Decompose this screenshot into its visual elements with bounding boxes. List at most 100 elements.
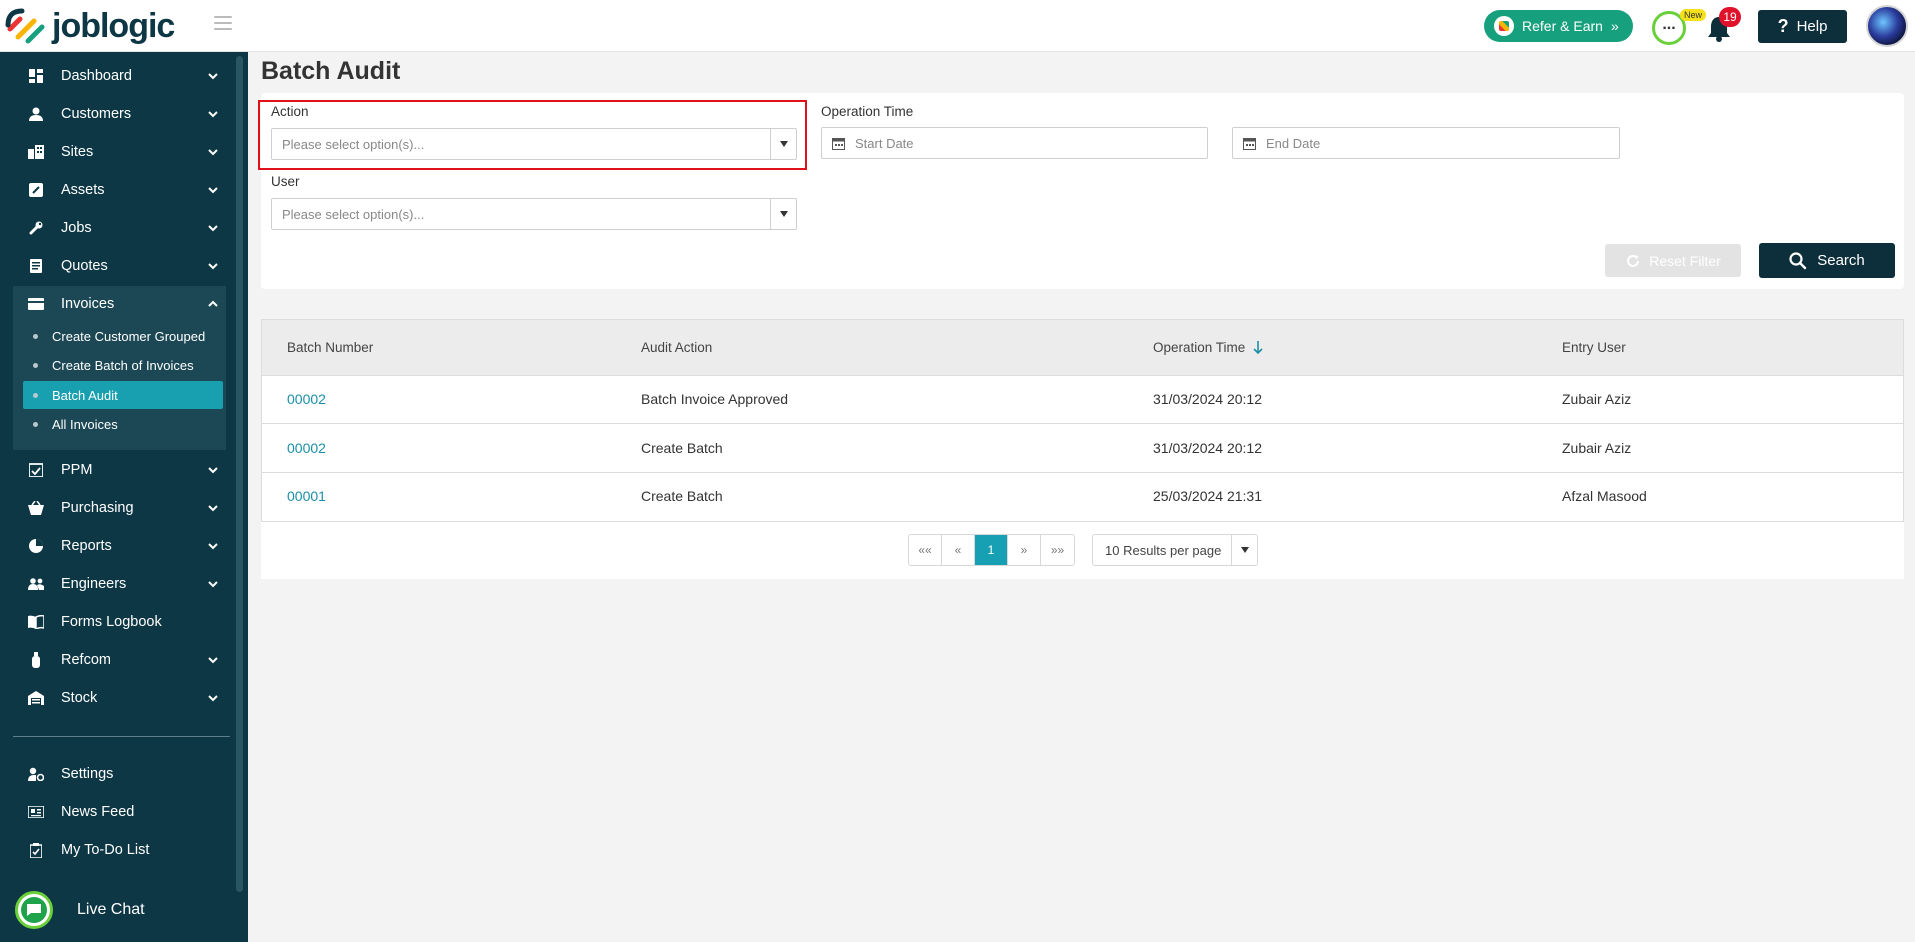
sidebar-item-label: Quotes <box>61 258 108 274</box>
last-page-button[interactable]: »» <box>1041 535 1074 565</box>
operation-time-cell: 31/03/2024 20:12 <box>1153 440 1262 456</box>
next-page-button[interactable]: » <box>1008 535 1041 565</box>
help-button[interactable]: ? Help <box>1758 10 1847 43</box>
column-header-audit-action[interactable]: Audit Action <box>641 340 712 355</box>
batch-number-link[interactable]: 00001 <box>287 488 326 504</box>
search-button[interactable]: Search <box>1759 243 1895 278</box>
chevron-down-icon <box>208 581 218 588</box>
sidebar-item-news-feed[interactable]: News Feed <box>13 796 226 828</box>
chevron-down-icon <box>208 73 218 80</box>
dropdown-arrow-icon[interactable] <box>770 199 796 229</box>
prev-page-button[interactable]: « <box>942 535 975 565</box>
table-header: Batch Number Audit Action Operation Time… <box>262 320 1903 376</box>
column-header-label: Entry User <box>1562 340 1626 355</box>
start-date-input[interactable]: Start Date <box>821 127 1208 159</box>
sidebar-item-quotes[interactable]: Quotes <box>13 250 226 282</box>
column-header-label: Batch Number <box>287 340 374 355</box>
sort-descending-icon[interactable] <box>1253 340 1263 355</box>
start-date-placeholder: Start Date <box>855 135 914 151</box>
top-bar: joblogic Refer & Earn » ... New 19 ? Hel… <box>0 0 1915 52</box>
sidebar-item-stock[interactable]: Stock <box>13 682 226 714</box>
calendar-check-icon <box>25 461 47 479</box>
table-row: 00002 Create Batch 31/03/2024 20:12 Zuba… <box>262 425 1903 473</box>
sidebar-subitem-batch-audit[interactable]: Batch Audit <box>23 381 223 409</box>
joblogic-logo[interactable]: joblogic <box>4 6 175 46</box>
search-label: Search <box>1817 252 1865 269</box>
sidebar-item-settings[interactable]: Settings <box>13 758 226 790</box>
sidebar-item-label: Invoices <box>61 296 115 312</box>
warehouse-icon <box>25 689 47 707</box>
asset-tag-icon <box>25 181 47 199</box>
batch-number-link[interactable]: 00002 <box>287 440 326 456</box>
user-avatar[interactable] <box>1866 5 1908 47</box>
chevron-down-icon <box>208 543 218 550</box>
sidebar-scrollbar[interactable] <box>236 56 243 892</box>
sidebar-subitem-label: Batch Audit <box>52 387 118 403</box>
page-title: Batch Audit <box>261 57 401 85</box>
sidebar-subitem-create-batch-of-invoices[interactable]: Create Batch of Invoices <box>23 351 223 379</box>
entry-user-cell: Zubair Aziz <box>1562 440 1632 456</box>
new-badge: New <box>1680 9 1707 21</box>
refer-earn-button[interactable]: Refer & Earn » <box>1484 10 1633 42</box>
sidebar-item-refcom[interactable]: Refcom <box>13 644 226 676</box>
column-header-label: Audit Action <box>641 340 713 355</box>
results-per-page-value: 10 Results per page <box>1105 542 1222 558</box>
gas-cylinder-icon <box>25 651 47 669</box>
sidebar-item-label: News Feed <box>61 804 135 820</box>
calendar-icon <box>1243 137 1256 150</box>
sidebar-item-invoices[interactable]: Invoices <box>13 286 226 322</box>
sidebar-item-my-todo-list[interactable]: My To-Do List <box>13 834 226 866</box>
user-placeholder: Please select option(s)... <box>282 206 425 222</box>
logo-text: joblogic <box>52 6 175 45</box>
sidebar-item-customers[interactable]: Customers <box>13 98 226 130</box>
column-header-batch-number[interactable]: Batch Number <box>287 340 373 355</box>
live-chat-icon <box>15 891 53 929</box>
sidebar-item-forms-logbook[interactable]: Forms Logbook <box>13 606 226 638</box>
sidebar-divider <box>13 736 230 737</box>
logo-mark-icon <box>5 8 45 44</box>
results-per-page-select[interactable]: 10 Results per page <box>1092 534 1258 566</box>
chevron-down-icon <box>208 505 218 512</box>
user-select[interactable]: Please select option(s)... <box>271 198 797 230</box>
chevron-down-icon <box>208 225 218 232</box>
chevron-down-icon <box>208 111 218 118</box>
pagination: «« « 1 » »» <box>908 534 1075 566</box>
sidebar-item-engineers[interactable]: Engineers <box>13 568 226 600</box>
sidebar-item-purchasing[interactable]: Purchasing <box>13 492 226 524</box>
sidebar-item-sites[interactable]: Sites <box>13 136 226 168</box>
sidebar-item-label: Assets <box>61 182 105 198</box>
column-header-entry-user[interactable]: Entry User <box>1562 340 1626 355</box>
sidebar-item-label: Customers <box>61 106 132 122</box>
live-chat-button[interactable]: Live Chat <box>15 891 145 929</box>
sidebar-item-label: Settings <box>61 766 114 782</box>
chevron-down-icon <box>208 657 218 664</box>
chevron-down-icon <box>208 467 218 474</box>
basket-icon <box>25 499 47 517</box>
chevron-down-icon <box>208 187 218 194</box>
audit-action-cell: Create Batch <box>641 488 723 504</box>
batch-number-link[interactable]: 00002 <box>287 391 326 407</box>
document-icon <box>25 257 47 275</box>
column-header-operation-time[interactable]: Operation Time <box>1153 340 1263 355</box>
dropdown-arrow-icon[interactable] <box>1231 535 1257 565</box>
page-number-button[interactable]: 1 <box>975 535 1008 565</box>
reset-filter-button[interactable]: Reset Filter <box>1605 244 1741 277</box>
sidebar-subitem-label: Create Batch of Invoices <box>52 357 194 373</box>
wrench-icon <box>25 219 47 237</box>
menu-toggle-icon[interactable] <box>214 16 232 30</box>
sidebar-subitem-all-invoices[interactable]: All Invoices <box>23 410 223 438</box>
sidebar-item-assets[interactable]: Assets <box>13 174 226 206</box>
sidebar-item-dashboard[interactable]: Dashboard <box>13 60 226 92</box>
batch-audit-table: Batch Number Audit Action Operation Time… <box>261 319 1904 522</box>
entry-user-cell: Afzal Masood <box>1562 488 1647 504</box>
first-page-button[interactable]: «« <box>909 535 942 565</box>
chevron-down-icon <box>208 263 218 270</box>
operation-time-cell: 25/03/2024 21:31 <box>1153 488 1262 504</box>
bullet-icon <box>33 421 38 427</box>
sidebar-item-ppm[interactable]: PPM <box>13 454 226 486</box>
sidebar-subitem-create-customer-grouped[interactable]: Create Customer Grouped <box>23 322 223 350</box>
sidebar-item-reports[interactable]: Reports <box>13 530 226 562</box>
end-date-input[interactable]: End Date <box>1232 127 1620 159</box>
sidebar-item-jobs[interactable]: Jobs <box>13 212 226 244</box>
double-chevron-icon: » <box>1610 18 1619 34</box>
